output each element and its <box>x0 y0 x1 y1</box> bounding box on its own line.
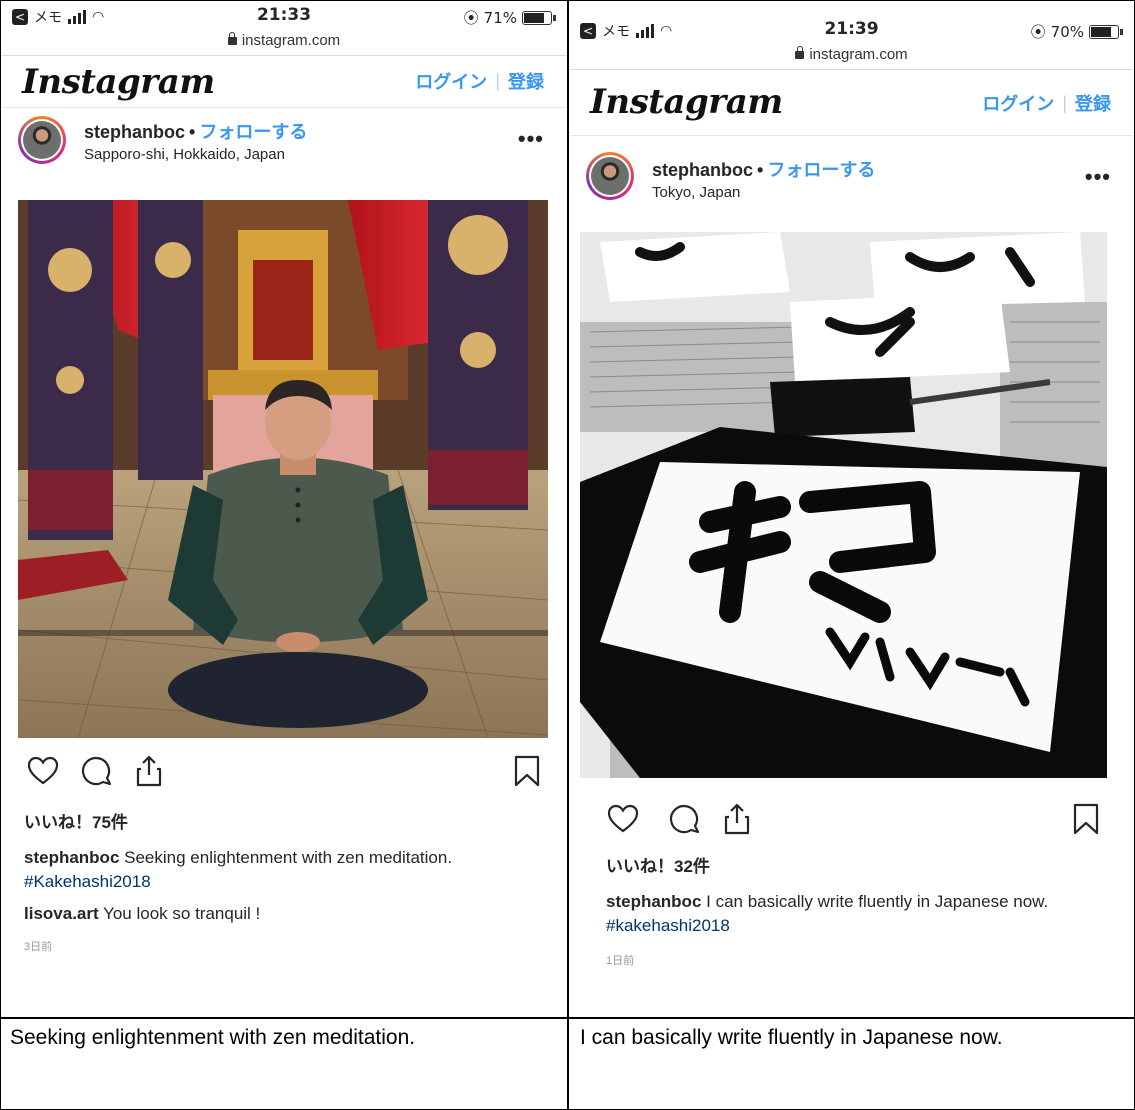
separator: | <box>495 70 500 91</box>
hashtag-link[interactable]: #Kakehashi2018 <box>24 872 151 891</box>
caption-text: Seeking enlightenment with zen meditatio… <box>124 848 453 867</box>
post-header: stephanboc • フォローする Tokyo, Japan ••• <box>570 136 1133 218</box>
url-text: instagram.com <box>809 46 908 63</box>
signup-link[interactable]: 登録 <box>1075 90 1111 116</box>
caption-username[interactable]: stephanboc <box>24 848 119 867</box>
meditation-photo-image <box>18 200 548 738</box>
signup-link[interactable]: 登録 <box>508 68 544 94</box>
instagram-logo[interactable]: Instagram <box>22 62 215 102</box>
hashtag-link[interactable]: #kakehashi2018 <box>606 916 730 935</box>
post-photo[interactable] <box>580 232 1107 778</box>
url-bar[interactable]: instagram.com <box>2 32 566 56</box>
calligraphy-photo-image <box>580 232 1107 778</box>
instagram-header: Instagram ログイン | 登録 <box>570 70 1133 136</box>
share-icon[interactable] <box>720 802 754 836</box>
orientation-lock-icon: ⦿ <box>463 9 479 27</box>
comment-username[interactable]: lisova.art <box>24 904 99 923</box>
column-divider <box>567 0 569 1110</box>
bookmark-icon[interactable] <box>1071 802 1101 836</box>
lock-icon <box>227 32 237 45</box>
likes-count[interactable]: いいね！75件 <box>24 808 128 833</box>
heart-icon[interactable] <box>26 754 60 788</box>
screenshot-right: < メモ ◠ 21:39 ⦿ 70% instagram.com Instagr… <box>570 2 1133 1016</box>
bookmark-icon[interactable] <box>512 754 542 788</box>
avatar[interactable] <box>586 152 634 200</box>
login-link[interactable]: ログイン <box>982 90 1054 116</box>
separator: | <box>1062 92 1067 113</box>
post-actions <box>24 754 544 794</box>
caption-text: I can basically write fluently in Japane… <box>706 892 1049 911</box>
status-bar: < メモ ◠ 21:39 ⦿ 70% <box>570 16 1133 46</box>
status-bar: < メモ ◠ 21:33 ⦿ 71% <box>2 2 566 32</box>
lock-icon <box>795 46 805 59</box>
post-username[interactable]: stephanboc <box>84 122 185 142</box>
post-time: 1日前 <box>606 955 635 967</box>
post-username[interactable]: stephanboc <box>652 160 753 180</box>
url-bar[interactable]: instagram.com <box>570 46 1133 70</box>
instagram-logo[interactable]: Instagram <box>590 82 783 122</box>
url-text: instagram.com <box>241 32 341 49</box>
comment-icon[interactable] <box>80 754 114 788</box>
login-link[interactable]: ログイン <box>415 68 487 94</box>
instagram-header: Instagram ログイン | 登録 <box>2 56 566 108</box>
screenshot-left: < メモ ◠ 21:33 ⦿ 71% instagram.com Instagr… <box>2 2 566 1016</box>
follow-button[interactable]: フォローする <box>767 160 875 180</box>
caption-cell-left: Seeking enlightenment with zen meditatio… <box>10 1026 416 1049</box>
follow-button[interactable]: フォローする <box>199 122 307 142</box>
battery-percent: 70% <box>1050 22 1084 41</box>
likes-count[interactable]: いいね！32件 <box>606 852 710 877</box>
post-location[interactable]: Tokyo, Japan <box>652 184 740 201</box>
caption-cell-right: I can basically write fluently in Japane… <box>580 1026 1003 1049</box>
share-icon[interactable] <box>132 754 166 788</box>
caption-username[interactable]: stephanboc <box>606 892 701 911</box>
comment-icon[interactable] <box>668 802 702 836</box>
battery-percent: 71% <box>483 8 517 27</box>
comment-text: You look so tranquil ! <box>103 904 261 923</box>
battery-icon <box>522 10 556 25</box>
comment: lisova.art You look so tranquil ! <box>24 904 260 924</box>
battery-icon <box>1089 24 1123 39</box>
more-options-icon[interactable]: ••• <box>518 126 544 152</box>
post-photo[interactable] <box>18 200 548 738</box>
post-actions <box>592 802 1111 842</box>
post-location[interactable]: Sapporo-shi, Hokkaido, Japan <box>84 146 285 163</box>
post-header: stephanboc • フォローする Sapporo-shi, Hokkaido,… <box>2 108 566 174</box>
post-time: 3日前 <box>24 941 53 953</box>
more-options-icon[interactable]: ••• <box>1085 164 1111 190</box>
orientation-lock-icon: ⦿ <box>1030 23 1046 41</box>
post-caption: stephanboc Seeking enlightenment with ze… <box>24 846 526 894</box>
heart-icon[interactable] <box>606 802 640 836</box>
avatar[interactable] <box>18 116 66 164</box>
post-caption: stephanboc I can basically write fluentl… <box>606 890 1103 938</box>
